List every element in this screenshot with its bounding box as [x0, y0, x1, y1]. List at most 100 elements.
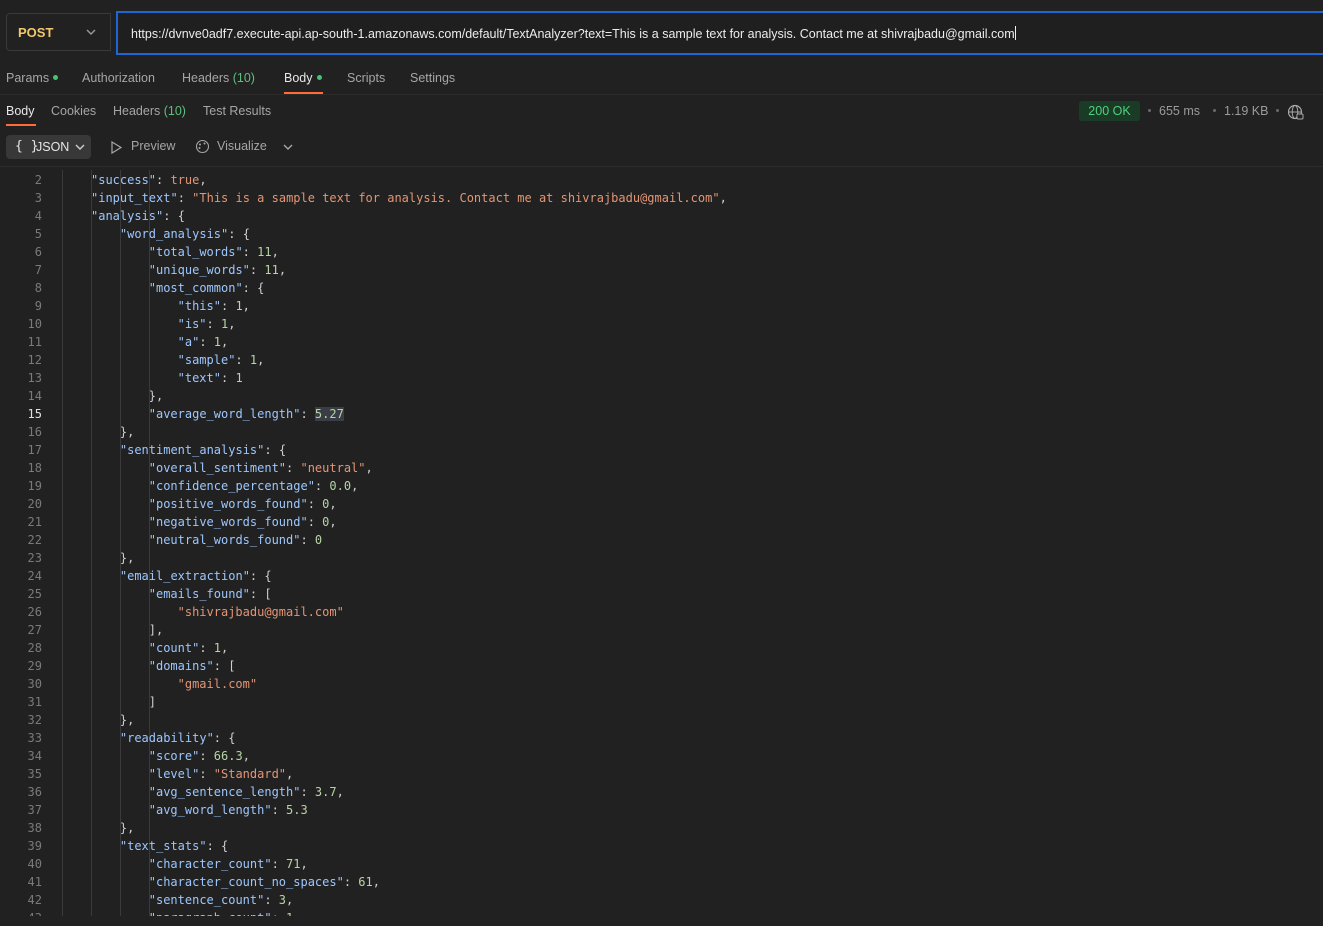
json-key: "is"	[177, 317, 207, 331]
status-badge[interactable]: 200 OK	[1079, 101, 1140, 121]
json-key: "input_text"	[91, 191, 178, 205]
code-content: "paragraph_count": 1,	[149, 909, 301, 916]
code-content: "character_count_no_spaces": 61,	[148, 875, 380, 889]
line-number: 7	[34, 263, 42, 277]
code-line: 12 "sample": 1,	[0, 351, 1323, 369]
response-size[interactable]: 1.19 KB	[1224, 104, 1268, 118]
json-value: 61	[358, 875, 373, 889]
line-number: 34	[27, 749, 42, 763]
json-value: 0	[322, 497, 330, 511]
code-content: },	[119, 425, 135, 439]
line-number: 36	[27, 785, 42, 799]
active-response-tab-indicator	[6, 124, 36, 126]
tab-scripts[interactable]: Scripts	[347, 71, 385, 85]
json-value: 1	[286, 911, 293, 916]
code-content: "shivrajbadu@gmail.com"	[178, 603, 344, 621]
line-number: 5	[34, 227, 42, 241]
line-number: 25	[27, 587, 42, 601]
json-key: "text_stats"	[119, 839, 207, 853]
json-key: "word_analysis"	[119, 227, 229, 241]
json-key: "sentence_count"	[148, 893, 265, 907]
line-number: 13	[27, 371, 42, 385]
json-key: "neutral_words_found"	[148, 533, 301, 547]
code-line: 17 "sentiment_analysis": {	[0, 441, 1323, 459]
json-key: "text"	[177, 371, 221, 385]
json-value: 71	[286, 857, 301, 871]
json-value: 1	[235, 371, 243, 385]
line-number: 8	[34, 281, 42, 295]
tab-response-headers[interactable]: Headers (10)	[113, 104, 186, 118]
json-key: "level"	[148, 767, 200, 781]
code-line: 27],	[0, 621, 1323, 639]
line-number: 26	[27, 605, 42, 619]
line-number: 21	[27, 515, 42, 529]
json-key: "count"	[148, 641, 200, 655]
code-line: 10 "is": 1,	[0, 315, 1323, 333]
line-number: 37	[27, 803, 42, 817]
line-number: 23	[27, 551, 42, 565]
code-content: "sentiment_analysis": {	[119, 443, 287, 457]
response-body-editor[interactable]: 2 "success": true, 3 "input_text": "This is…	[0, 170, 1323, 916]
json-key: "overall_sentiment"	[148, 461, 287, 475]
code-content: "word_analysis": {	[119, 227, 250, 241]
line-number: 9	[34, 299, 42, 313]
json-value: 0.0	[329, 479, 352, 493]
code-content: "count": 1,	[148, 641, 229, 655]
response-headers-count: (10)	[163, 104, 186, 118]
tab-cookies[interactable]: Cookies	[51, 104, 96, 118]
method-select[interactable]: POST	[6, 13, 111, 51]
visualize-button[interactable]: Visualize	[217, 139, 267, 153]
tab-settings[interactable]: Settings	[410, 71, 455, 85]
json-value: 3.7	[314, 785, 337, 799]
json-value: 1	[235, 299, 243, 313]
tab-test-results[interactable]: Test Results	[203, 104, 271, 118]
code-line: 21 "negative_words_found": 0,	[0, 513, 1323, 531]
tab-params[interactable]: Params	[6, 71, 59, 85]
code-content: "gmail.com"	[178, 675, 257, 693]
network-globe-icon[interactable]	[1287, 104, 1304, 121]
code-line: 42 "sentence_count": 3,	[0, 891, 1323, 909]
json-value: 11	[257, 245, 272, 259]
code-content: ]	[148, 695, 156, 709]
tab-response-body[interactable]: Body	[6, 104, 35, 118]
chevron-down-icon[interactable]	[282, 141, 294, 153]
code-line: 36 "avg_sentence_length": 3.7,	[0, 783, 1323, 801]
line-number: 19	[27, 479, 42, 493]
json-key: "readability"	[119, 731, 214, 745]
code-content: "sample": 1,	[177, 353, 265, 367]
code-line: 30 "gmail.com"	[0, 675, 1323, 693]
code-content: "success": true,	[91, 173, 207, 187]
preview-button[interactable]: Preview	[131, 139, 175, 153]
play-icon	[111, 140, 123, 155]
braces-icon: { }	[15, 139, 39, 154]
code-line: 38},	[0, 819, 1323, 837]
code-content: },	[119, 551, 135, 565]
code-line: 6 "total_words": 11,	[0, 243, 1323, 261]
json-value: "This is a sample text for analysis. Con…	[192, 191, 720, 205]
line-number: 14	[27, 389, 42, 403]
json-value: "Standard"	[213, 767, 287, 781]
tab-headers[interactable]: Headers (10)	[182, 71, 255, 85]
response-tabs: Body Cookies Headers (10) Test Results 2…	[0, 96, 1323, 126]
tab-body[interactable]: Body	[284, 71, 322, 85]
method-label: POST	[18, 25, 54, 40]
line-number: 40	[27, 857, 42, 871]
code-line: 8 "most_common": {	[0, 279, 1323, 297]
json-key: "domains"	[148, 659, 214, 673]
tab-authorization[interactable]: Authorization	[82, 71, 155, 85]
response-time[interactable]: 655 ms	[1159, 104, 1200, 118]
url-input[interactable]: https://dvnve0adf7.execute-api.ap-south-…	[116, 11, 1323, 55]
code-content: "email_extraction": {	[119, 569, 272, 583]
code-content: "avg_sentence_length": 3.7,	[148, 785, 344, 799]
code-line: 25 "emails_found": [	[0, 585, 1323, 603]
response-toolbar: { } JSON Preview Visualize	[0, 130, 1323, 164]
code-line: 33 "readability": {	[0, 729, 1323, 747]
line-number: 16	[27, 425, 42, 439]
json-value: 1	[220, 317, 229, 331]
json-key: "avg_sentence_length"	[148, 785, 301, 799]
json-value: 0	[314, 533, 323, 547]
code-line: 29 "domains": [	[0, 657, 1323, 675]
json-value: true	[170, 173, 200, 187]
line-number: 43	[0, 909, 42, 916]
format-select[interactable]: { } JSON	[6, 135, 91, 159]
